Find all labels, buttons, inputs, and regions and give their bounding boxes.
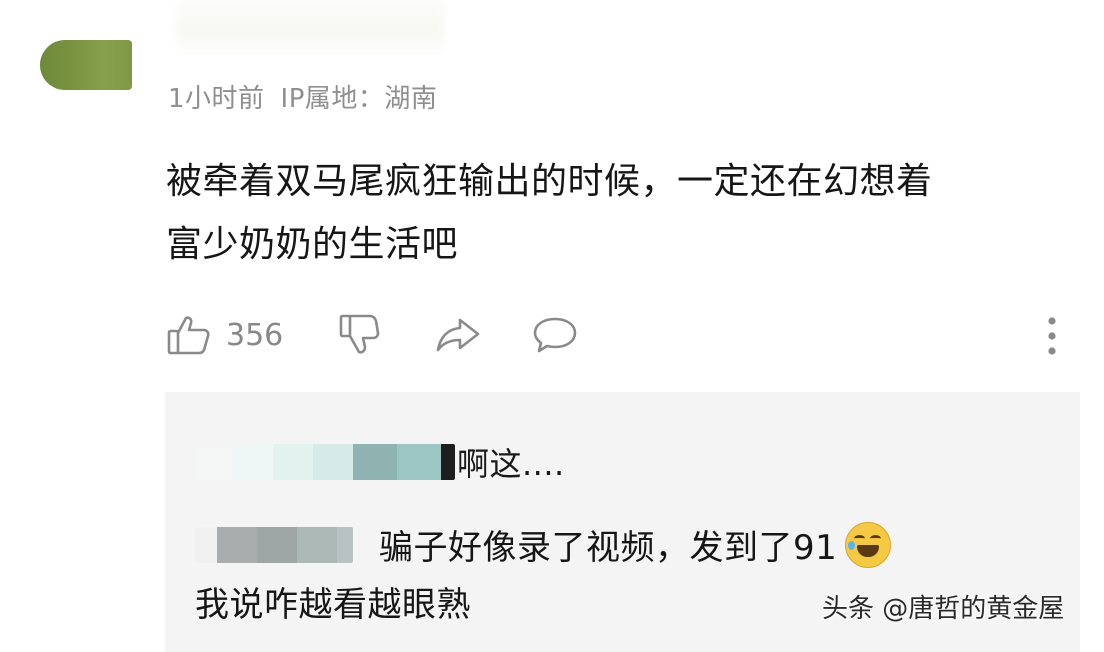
comment-text-line-1: 被牵着双马尾疯狂输出的时候，一定还在幻想着 [166, 161, 933, 202]
comment-text-line-2: 富少奶奶的生活吧 [166, 224, 459, 265]
comment-text: 被牵着双马尾疯狂输出的时候，一定还在幻想着 富少奶奶的生活吧 [166, 150, 1081, 276]
reply-text: 啊这.... [457, 445, 565, 483]
more-options-button[interactable] [1046, 316, 1058, 356]
comment-meta: 1小时前 IP属地：湖南 [168, 78, 437, 115]
user-avatar[interactable] [40, 40, 132, 90]
laughing-crying-emoji-icon [845, 521, 892, 568]
reply-text-continued: 我说咋越看越眼熟 [195, 585, 471, 625]
reply-text: 骗子好像录了视频，发到了91 [379, 528, 838, 568]
like-button[interactable]: 356 [166, 312, 283, 358]
thumbs-down-icon [336, 312, 382, 358]
more-vertical-icon [1046, 316, 1058, 356]
comment-bubble-icon [531, 312, 579, 358]
comment-time: 1小时前 [168, 84, 265, 114]
dislike-button[interactable] [336, 312, 382, 358]
like-count: 356 [226, 317, 284, 353]
reply-item[interactable]: 骗子好像录了视频，发到了91 [195, 520, 892, 569]
watermark: 头条 @唐哲的黄金屋 [822, 594, 1065, 624]
reply-item[interactable]: 啊这.... [195, 439, 565, 485]
share-icon [434, 312, 482, 358]
comment-actions: 356 [166, 312, 1076, 358]
blurred-reply-username [195, 444, 455, 480]
reply-button[interactable] [531, 312, 579, 358]
ip-location: IP属地：湖南 [280, 84, 438, 114]
blurred-reply-username [195, 526, 353, 563]
share-button[interactable] [434, 312, 482, 358]
blurred-username [175, 0, 445, 56]
thumbs-up-icon [166, 312, 212, 358]
